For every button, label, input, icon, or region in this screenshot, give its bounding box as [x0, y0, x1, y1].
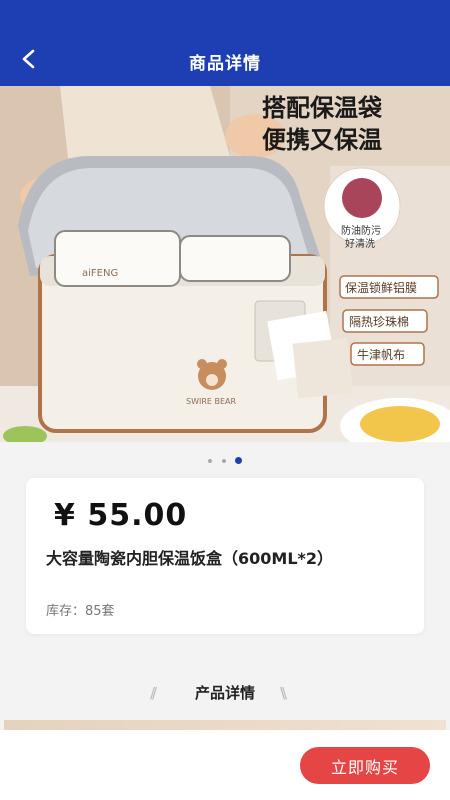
- svg-text:便携又保温: 便携又保温: [262, 126, 382, 154]
- product-stock: 库存：85套: [46, 604, 115, 619]
- svg-text:隔热珍珠棉: 隔热珍珠棉: [349, 315, 409, 329]
- product-image-carousel[interactable]: aiFENG SWIRE BEAR 搭配保温袋 便携又保温 防油防污 好清洗 保…: [0, 86, 450, 442]
- svg-text:好清洗: 好清洗: [345, 237, 375, 250]
- product-price: ¥ 55.00: [54, 498, 188, 533]
- product-info-card: ¥ 55.00 大容量陶瓷内胆保温饭盒（600ML*2） 库存：85套: [26, 478, 424, 634]
- section-heading: 产品详情: [194, 684, 255, 702]
- carousel-indicator: [0, 450, 450, 469]
- page-title: 商品详情: [189, 54, 261, 74]
- carousel-dot[interactable]: [221, 458, 226, 463]
- top-nav-bar: 商品详情: [0, 0, 450, 86]
- svg-text:牛津帆布: 牛津帆布: [357, 347, 405, 362]
- svg-text:SWIRE BEAR: SWIRE BEAR: [186, 397, 237, 406]
- carousel-dot[interactable]: [208, 458, 213, 463]
- svg-text:搭配保温袋: 搭配保温袋: [262, 94, 383, 122]
- svg-text:保温锁鲜铝膜: 保温锁鲜铝膜: [345, 280, 417, 295]
- detail-image-strip: [4, 720, 446, 730]
- svg-text:aiFENG: aiFENG: [82, 268, 118, 279]
- carousel-dot-active[interactable]: [234, 457, 242, 464]
- product-name: 大容量陶瓷内胆保温饭盒（600ML*2）: [46, 549, 334, 568]
- decor-slash-right: \\: [280, 684, 287, 702]
- svg-text:防油防污: 防油防污: [341, 224, 381, 237]
- buy-now-button[interactable]: 立即购买: [300, 747, 430, 784]
